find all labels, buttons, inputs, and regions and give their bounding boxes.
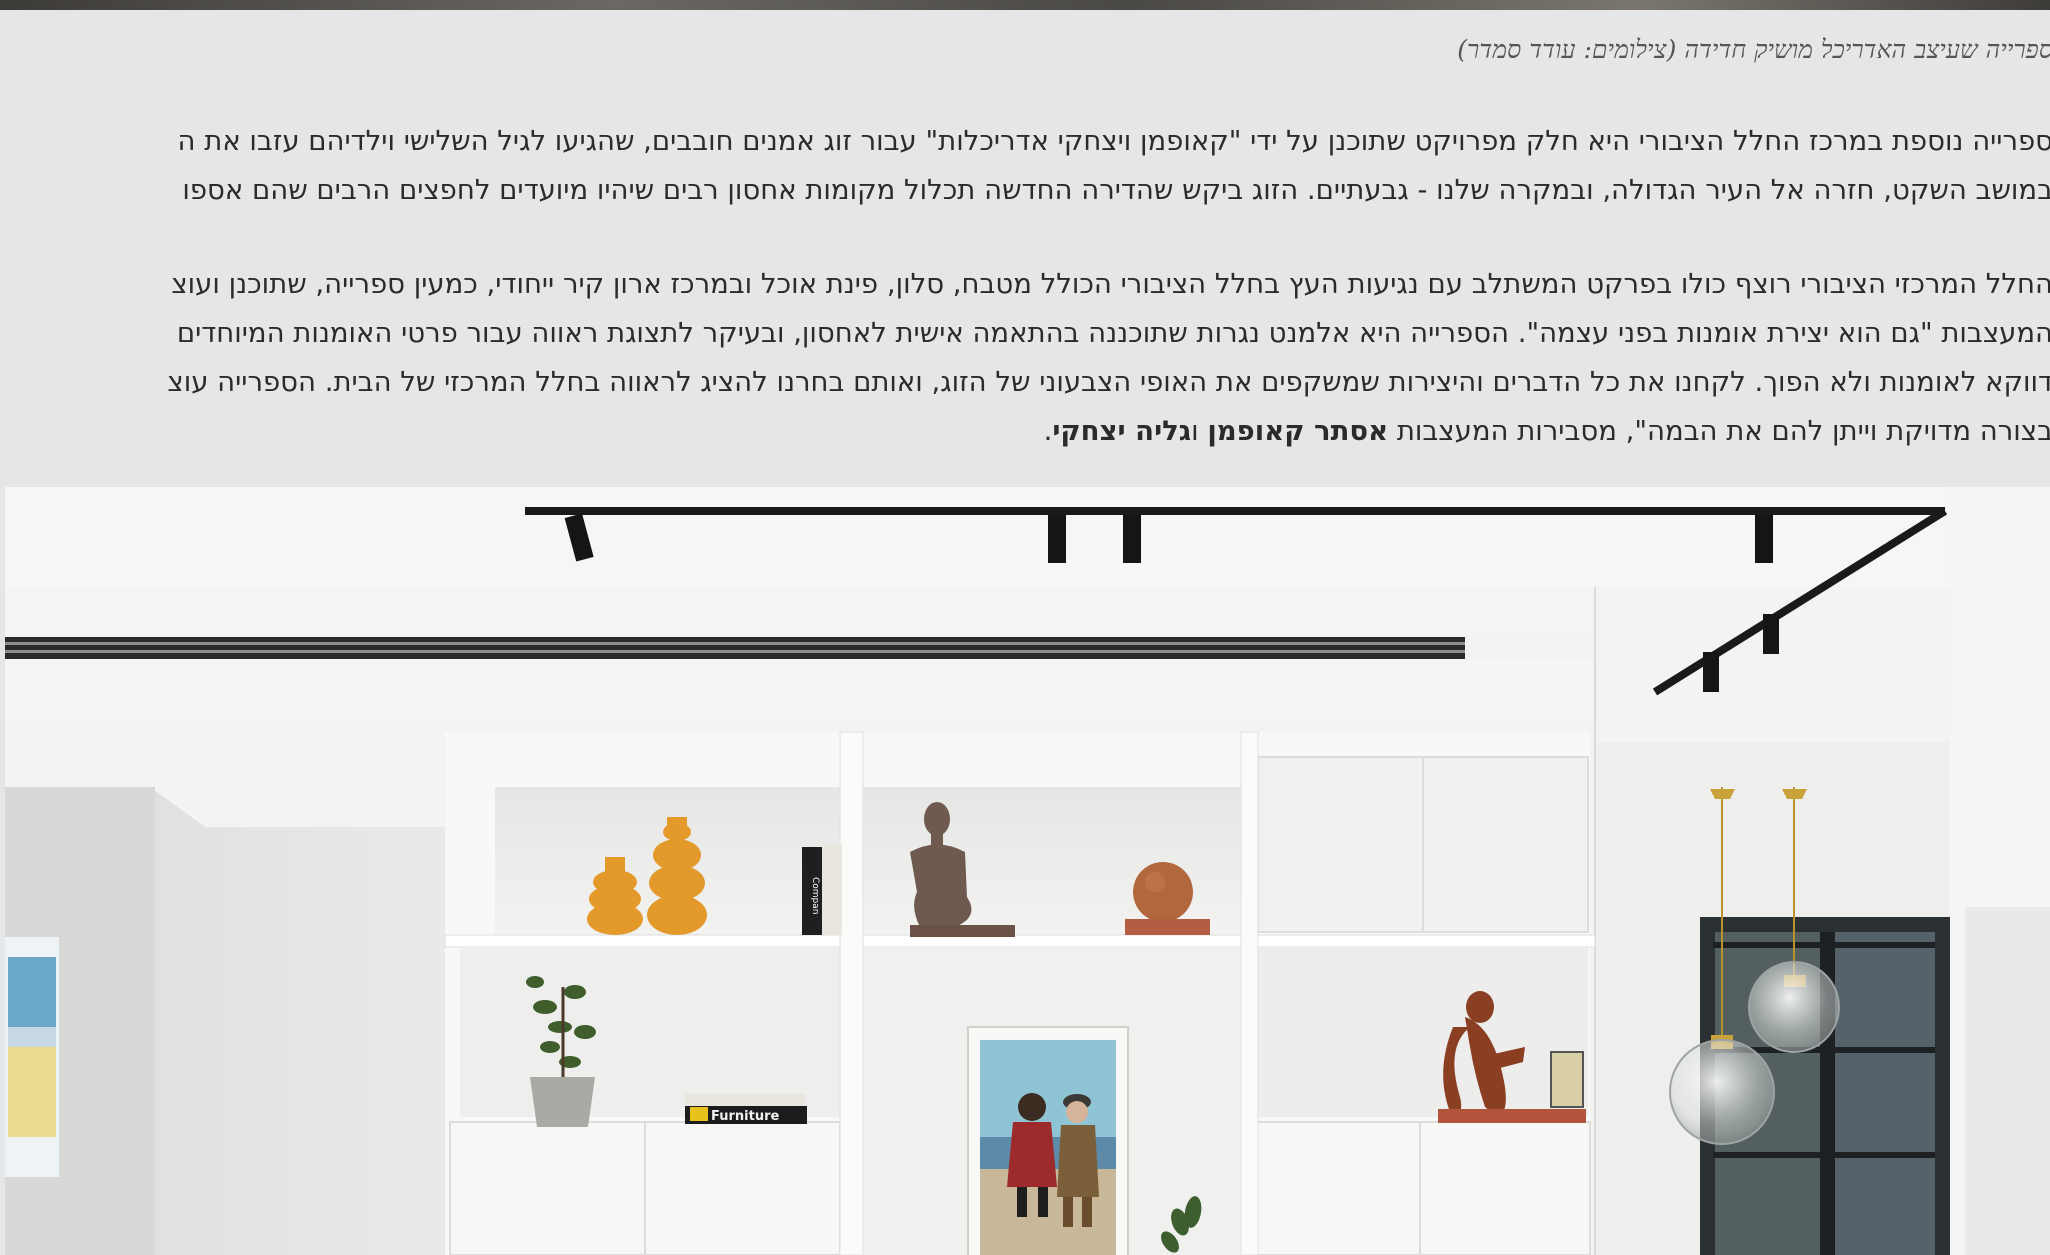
article-page: ספרייה שעיצב האדריכל מושיק חדידה (צילומי… — [0, 0, 2050, 1255]
paragraph-line: החלל המרכזי הציבורי רוצף כולו בפרקט המשת… — [171, 268, 2050, 300]
paragraph-line: המעצבות "גם הוא יצירת אומנות בפני עצמה".… — [176, 317, 2050, 349]
book-cover-text: Furniture — [711, 1109, 779, 1124]
designer-name-1: אסתר קאופמן — [1207, 415, 1389, 447]
paragraph-line: ספרייה נוספת במרכז החלל הציבורי היא חלק … — [177, 125, 2050, 157]
article-photo-library-wall: Compan Furniture — [5, 487, 2050, 1255]
designer-name-2: גליה יצחקי — [1052, 415, 1192, 447]
quote-attribution-text: בצורה מדויקת וייתן להם את הבמה", מסבירות… — [1388, 415, 2050, 447]
previous-image-bottom-edge — [0, 0, 2050, 10]
article-paragraph-1: ספרייה נוספת במרכז החלל הציבורי היא חלק … — [0, 117, 2050, 215]
paragraph-line: בצורה מדויקת וייתן להם את הבמה", מסבירות… — [0, 407, 2050, 456]
article-text-column: ספרייה שעיצב האדריכל מושיק חדידה (צילומי… — [0, 10, 2050, 456]
image-caption: ספרייה שעיצב האדריכל מושיק חדידה (צילומי… — [1457, 35, 2050, 64]
sentence-end: . — [1043, 415, 1053, 447]
paragraph-line: דווקא לאומנות ולא הפוך. לקחנו את כל הדבר… — [167, 366, 2050, 398]
name-connector: ו — [1191, 415, 1208, 447]
paragraph-line: במושב השקט, חזרה אל העיר הגדולה, ובמקרה … — [182, 174, 2050, 206]
book-spine-text: Compan — [810, 877, 820, 915]
article-paragraph-2: החלל המרכזי הציבורי רוצף כולו בפרקט המשת… — [0, 260, 2050, 456]
